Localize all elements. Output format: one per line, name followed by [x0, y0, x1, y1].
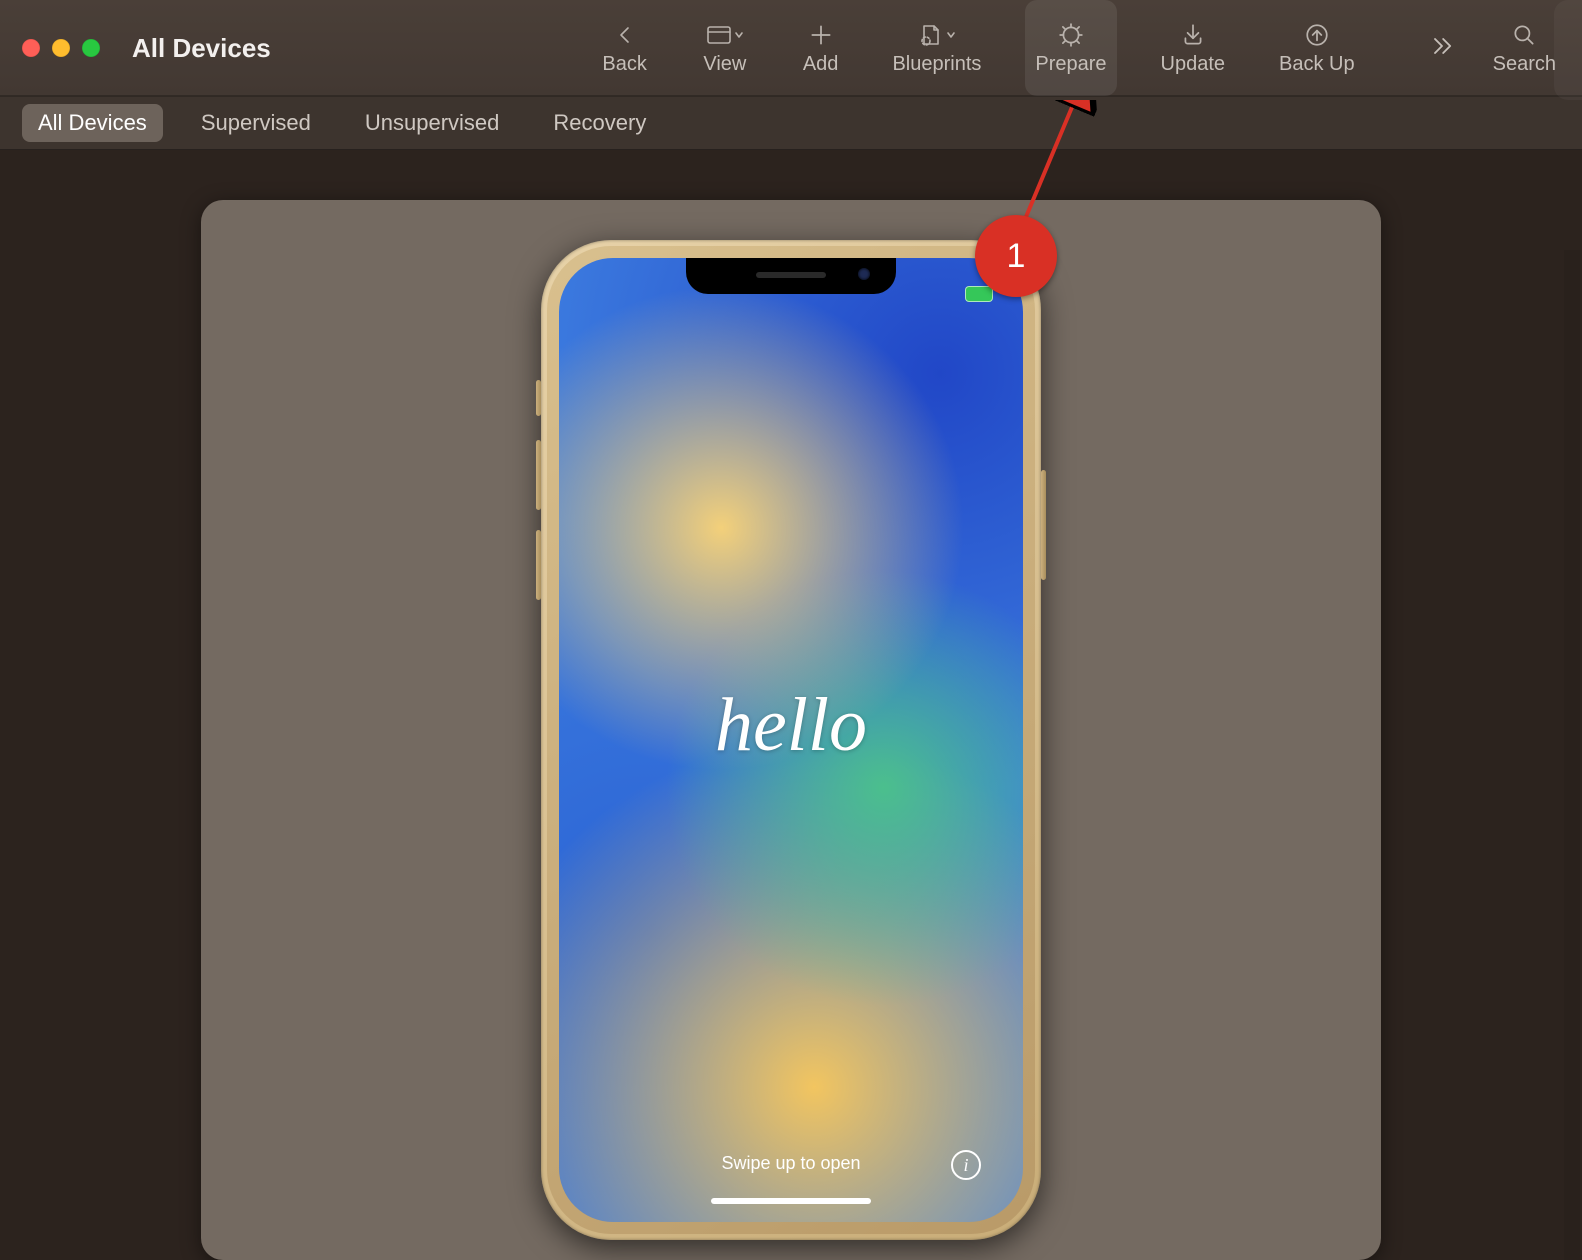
blueprint-dropdown-icon	[913, 21, 961, 49]
update-button[interactable]: Update	[1151, 0, 1236, 96]
phone-front-camera	[858, 268, 870, 280]
search-button[interactable]: Search	[1489, 21, 1560, 76]
swipe-hint-label: Swipe up to open	[721, 1153, 860, 1174]
prepare-button-label: Prepare	[1035, 53, 1106, 76]
back-button[interactable]: Back	[592, 0, 656, 96]
backup-button[interactable]: Back Up	[1269, 0, 1365, 96]
upload-icon	[1303, 21, 1331, 49]
plus-icon	[807, 21, 835, 49]
blueprints-button-label: Blueprints	[892, 53, 981, 76]
scope-all-devices[interactable]: All Devices	[22, 104, 163, 142]
toolbar-edge-overflow	[1554, 0, 1582, 100]
vertical-scrollbar[interactable]	[1564, 250, 1580, 1260]
add-button[interactable]: Add	[793, 0, 849, 96]
scope-supervised[interactable]: Supervised	[185, 104, 327, 142]
add-button-label: Add	[803, 53, 839, 76]
toolbar: Back View Add Blu	[315, 0, 1560, 96]
toolbar-overflow-button[interactable]	[1421, 27, 1463, 69]
phone-volume-down	[536, 530, 541, 600]
back-button-label: Back	[602, 53, 646, 76]
update-button-label: Update	[1161, 53, 1226, 76]
chevrons-right-icon	[1428, 32, 1456, 65]
view-button-label: View	[703, 53, 746, 76]
window-title: All Devices	[132, 33, 271, 64]
zoom-window-button[interactable]	[82, 39, 100, 57]
prepare-button[interactable]: Prepare	[1025, 0, 1116, 96]
window-controls	[22, 39, 100, 57]
download-icon	[1179, 21, 1207, 49]
phone-silence-switch	[536, 380, 541, 416]
phone-speaker	[756, 272, 826, 278]
phone-screen: hello Swipe up to open i	[559, 258, 1023, 1222]
home-indicator	[711, 1198, 871, 1204]
setup-greeting: hello	[559, 682, 1023, 769]
chevron-left-icon	[611, 21, 639, 49]
device-preview-iphone: hello Swipe up to open i	[541, 240, 1041, 1240]
phone-notch	[686, 258, 896, 294]
titlebar: All Devices Back View Add	[0, 0, 1582, 97]
info-icon: i	[951, 1150, 981, 1180]
scope-unsupervised[interactable]: Unsupervised	[349, 104, 516, 142]
blueprints-button[interactable]: Blueprints	[882, 0, 991, 96]
gear-icon	[1057, 21, 1085, 49]
scope-recovery[interactable]: Recovery	[537, 104, 662, 142]
phone-volume-up	[536, 440, 541, 510]
battery-indicator-icon	[965, 286, 993, 302]
view-button[interactable]: View	[691, 0, 759, 96]
close-window-button[interactable]	[22, 39, 40, 57]
search-button-label: Search	[1493, 53, 1556, 76]
phone-side-button	[1041, 470, 1046, 580]
content-area: hello Swipe up to open i	[0, 150, 1582, 1260]
search-icon	[1510, 21, 1538, 49]
scope-bar: All Devices Supervised Unsupervised Reco…	[0, 97, 1582, 150]
backup-button-label: Back Up	[1279, 53, 1355, 76]
minimize-window-button[interactable]	[52, 39, 70, 57]
device-card[interactable]: hello Swipe up to open i	[201, 200, 1381, 1260]
window-dropdown-icon	[701, 21, 749, 49]
